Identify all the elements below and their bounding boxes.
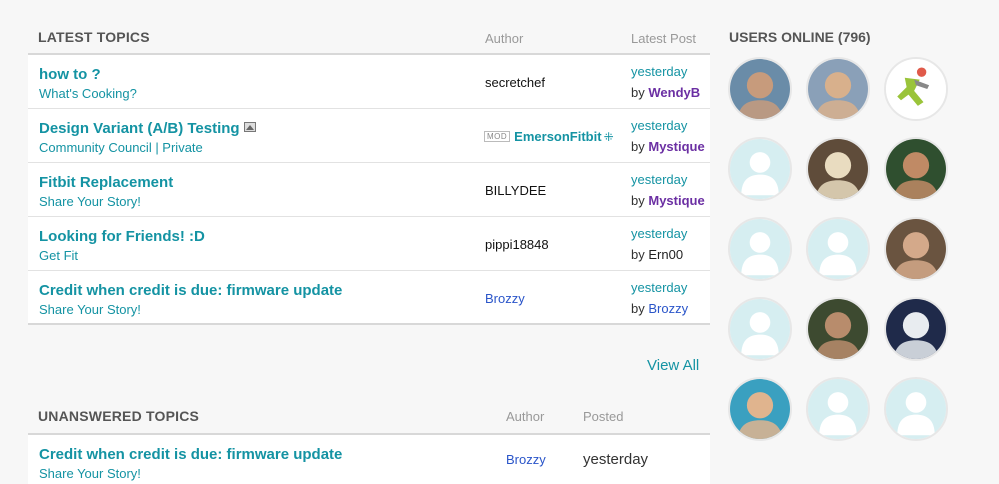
- author-column-header: Author: [485, 31, 524, 46]
- latest-topics-title: LATEST TOPICS: [38, 29, 150, 45]
- unanswered-topics-title: UNANSWERED TOPICS: [38, 408, 200, 424]
- topic-row: Credit when credit is due: firmware upda…: [28, 271, 710, 325]
- latest-post-by: by Mystique: [631, 193, 705, 208]
- user-photo-icon: [808, 139, 868, 199]
- user-avatar-9[interactable]: [884, 217, 948, 281]
- board-link[interactable]: Get Fit: [39, 248, 78, 263]
- board-link[interactable]: What's Cooking?: [39, 86, 137, 101]
- moderator-badge: MOD: [484, 131, 511, 142]
- latest-post-user: Ern00: [648, 247, 684, 262]
- board-link[interactable]: Share Your Story!: [39, 194, 141, 209]
- default-avatar-icon: [808, 379, 868, 439]
- latest-post-by: by WendyB: [631, 85, 700, 100]
- topics-column: LATEST TOPICS Author Latest Post how to …: [28, 0, 710, 484]
- default-avatar-icon: [730, 299, 790, 359]
- author-link[interactable]: Brozzy: [485, 291, 525, 306]
- topic-row: Fitbit Replacement Share Your Story! BIL…: [28, 163, 710, 217]
- topic-title-link[interactable]: Fitbit Replacement: [39, 174, 173, 191]
- user-avatar-12[interactable]: [884, 297, 948, 361]
- latest-post-time-link[interactable]: yesterday: [631, 64, 687, 79]
- latest-post-time-link[interactable]: yesterday: [631, 226, 687, 241]
- by-label: by: [631, 193, 645, 208]
- author-link[interactable]: Brozzy: [506, 452, 546, 467]
- latest-post-time-link[interactable]: yesterday: [631, 172, 687, 187]
- topic-author: BILLYDEE: [485, 183, 547, 198]
- fitbit-logo-icon: ⁜: [603, 130, 614, 144]
- user-avatar-10[interactable]: [728, 297, 792, 361]
- latest-topics-list: how to ? What's Cooking? secretchef yest…: [28, 55, 710, 325]
- user-avatar-1[interactable]: [728, 57, 792, 121]
- unanswered-topics-header: UNANSWERED TOPICS Author Posted: [28, 380, 710, 435]
- topic-row: Credit when credit is due: firmware upda…: [28, 435, 710, 484]
- latest-post-user-link[interactable]: Brozzy: [648, 301, 688, 316]
- user-photo-icon: [886, 299, 946, 359]
- topic-title-link[interactable]: Credit when credit is due: firmware upda…: [39, 446, 342, 463]
- unanswered-topics-list: Credit when credit is due: firmware upda…: [28, 435, 710, 484]
- topic-title-link[interactable]: Looking for Friends! :D: [39, 228, 205, 245]
- topic-row: Design Variant (A/B) Testing Community C…: [28, 109, 710, 163]
- user-avatar-7[interactable]: [728, 217, 792, 281]
- user-avatar-14[interactable]: [806, 377, 870, 441]
- topic-row: how to ? What's Cooking? secretchef yest…: [28, 55, 710, 109]
- latest-post-user-link[interactable]: WendyB: [648, 85, 700, 100]
- topic-title-text: Design Variant (A/B) Testing: [39, 120, 240, 137]
- author-link[interactable]: EmersonFitbit: [514, 129, 601, 144]
- view-all-link[interactable]: View All: [647, 357, 699, 374]
- topic-author: MOD EmersonFitbit ⁜: [484, 129, 614, 144]
- user-avatar-5[interactable]: [806, 137, 870, 201]
- unanswered-topics-section: UNANSWERED TOPICS Author Posted Credit w…: [28, 380, 710, 484]
- runner-logo-icon: [886, 59, 946, 119]
- latest-post-user-link[interactable]: Mystique: [648, 193, 704, 208]
- latest-post-column-header: Latest Post: [631, 31, 697, 46]
- board-link[interactable]: Community Council | Private: [39, 140, 203, 155]
- latest-post-time-link[interactable]: yesterday: [631, 118, 687, 133]
- latest-post-time-link[interactable]: yesterday: [631, 280, 687, 295]
- user-avatar-15[interactable]: [884, 377, 948, 441]
- user-avatar-11[interactable]: [806, 297, 870, 361]
- topic-author: pippi18848: [485, 237, 549, 252]
- user-avatar-2[interactable]: [806, 57, 870, 121]
- latest-post-by: by Ern00: [631, 247, 683, 262]
- default-avatar-icon: [808, 219, 868, 279]
- latest-post-by: by Mystique: [631, 139, 705, 154]
- default-avatar-icon: [730, 219, 790, 279]
- board-link[interactable]: Share Your Story!: [39, 302, 141, 317]
- latest-post-user-link[interactable]: Mystique: [648, 139, 704, 154]
- topic-title-link[interactable]: how to ?: [39, 66, 101, 83]
- topic-author: secretchef: [485, 75, 545, 90]
- user-photo-icon: [886, 219, 946, 279]
- image-attachment-icon: [243, 122, 256, 132]
- topic-title-link[interactable]: Credit when credit is due: firmware upda…: [39, 282, 342, 299]
- by-label: by: [631, 139, 645, 154]
- author-column-header: Author: [506, 409, 545, 424]
- by-label: by: [631, 301, 645, 316]
- user-avatar-3[interactable]: [884, 57, 948, 121]
- topic-title-link[interactable]: Design Variant (A/B) Testing: [39, 120, 256, 137]
- user-avatar-8[interactable]: [806, 217, 870, 281]
- user-photo-icon: [730, 379, 790, 439]
- by-label: by: [631, 247, 645, 262]
- latest-topics-header: LATEST TOPICS Author Latest Post: [28, 0, 710, 55]
- posted-column-header: Posted: [583, 409, 624, 424]
- user-avatar-6[interactable]: [884, 137, 948, 201]
- user-photo-icon: [808, 59, 868, 119]
- topic-row: Looking for Friends! :D Get Fit pippi188…: [28, 217, 710, 271]
- user-photo-icon: [886, 139, 946, 199]
- default-avatar-icon: [730, 139, 790, 199]
- users-online-title: USERS ONLINE (796): [729, 29, 871, 45]
- default-avatar-icon: [886, 379, 946, 439]
- posted-time: yesterday: [583, 451, 649, 468]
- by-label: by: [631, 85, 645, 100]
- latest-post-by: by Brozzy: [631, 301, 688, 316]
- user-photo-icon: [808, 299, 868, 359]
- user-photo-icon: [730, 59, 790, 119]
- user-avatar-13[interactable]: [728, 377, 792, 441]
- user-avatar-4[interactable]: [728, 137, 792, 201]
- board-link[interactable]: Share Your Story!: [39, 466, 141, 481]
